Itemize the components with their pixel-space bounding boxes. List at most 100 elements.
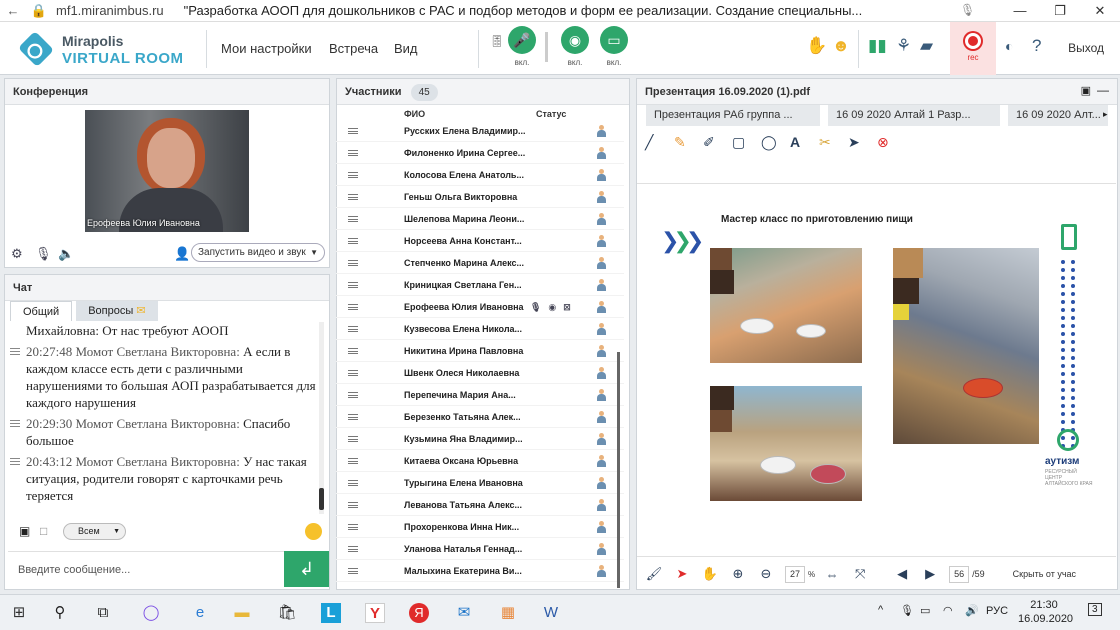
exit-button[interactable]: Выход: [1068, 41, 1104, 55]
participant-menu-icon[interactable]: [348, 348, 358, 354]
participant-menu-icon[interactable]: [348, 414, 358, 420]
restore-button[interactable]: ❐: [1040, 0, 1080, 22]
laser-pointer-icon[interactable]: ➤: [671, 566, 693, 582]
participant-menu-icon[interactable]: [348, 238, 358, 244]
menu-view[interactable]: Вид: [394, 41, 418, 56]
start-video-button[interactable]: Запустить видео и звук ▼: [191, 243, 325, 262]
app-l-icon[interactable]: L: [321, 603, 341, 623]
attach-icon[interactable]: □: [40, 524, 47, 538]
presentation-slide[interactable]: ❯❯❯ Мастер класс по приготовлению пищи а…: [637, 183, 1116, 557]
wifi-icon[interactable]: ◠: [943, 604, 953, 617]
participant-menu-icon[interactable]: [348, 392, 358, 398]
participant-row[interactable]: Уланова Наталья Геннад...: [336, 538, 624, 560]
participant-row[interactable]: Геньш Ольга Викторовна: [336, 186, 624, 208]
participant-menu-icon[interactable]: [348, 304, 358, 310]
participant-menu-icon[interactable]: [348, 436, 358, 442]
line-tool-icon[interactable]: ╱: [645, 134, 674, 151]
participant-menu-icon[interactable]: [348, 546, 358, 552]
participant-row[interactable]: Русских Елена Владимир...: [336, 120, 624, 142]
participant-row[interactable]: Кузвесова Елена Никола...: [336, 318, 624, 340]
send-button[interactable]: ↲: [284, 551, 329, 587]
stats-icon[interactable]: ▮▮: [868, 36, 887, 56]
next-page-icon[interactable]: ▶: [919, 566, 941, 582]
help-icon[interactable]: ?: [1032, 36, 1041, 56]
participant-menu-icon[interactable]: [348, 172, 358, 178]
participant-row[interactable]: Малыхина Екатерина Ви...: [336, 560, 624, 582]
participant-menu-icon[interactable]: [348, 524, 358, 530]
participant-row[interactable]: Ерофеева Юлия Ивановна 🎙◉⊠: [336, 296, 624, 318]
volume-slider[interactable]: [545, 32, 548, 62]
pen-tool-icon[interactable]: ✐: [703, 134, 732, 151]
participant-menu-icon[interactable]: [348, 282, 358, 288]
folder-icon[interactable]: ▰: [920, 36, 933, 56]
participant-menu-icon[interactable]: [348, 480, 358, 486]
participant-menu-icon[interactable]: [348, 326, 358, 332]
back-arrow-icon[interactable]: ←: [0, 3, 26, 18]
column-header-status[interactable]: Статус: [536, 109, 566, 119]
tabs-scroll-right-icon[interactable]: ▸: [1103, 109, 1108, 120]
search-icon[interactable]: ⚲: [50, 603, 70, 623]
volume-icon[interactable]: 🔊: [965, 604, 979, 617]
zoom-out-icon[interactable]: ⊖: [755, 566, 777, 582]
maximize-icon[interactable]: ▣: [1081, 84, 1091, 97]
participant-menu-icon[interactable]: [348, 150, 358, 156]
participant-row[interactable]: Никитина Ирина Павловна: [336, 340, 624, 362]
chat-log[interactable]: Михайловна: От нас требуют АООП 20:27:48…: [8, 322, 320, 514]
word-icon[interactable]: W: [541, 603, 561, 623]
ellipse-tool-icon[interactable]: ◯: [761, 134, 790, 151]
participant-menu-icon[interactable]: [348, 458, 358, 464]
participant-row[interactable]: Китаева Оксана Юрьевна: [336, 450, 624, 472]
raise-hand-icon[interactable]: ✋: [806, 36, 827, 56]
participant-menu-icon[interactable]: [348, 502, 358, 508]
participant-row[interactable]: Леванова Татьяна Алекс...: [336, 494, 624, 516]
chat-input[interactable]: Введите сообщение...: [8, 551, 284, 587]
fit-width-icon[interactable]: ⇔: [821, 567, 843, 582]
participant-row[interactable]: Турыгина Елена Ивановна: [336, 472, 624, 494]
tab-questions[interactable]: Вопросы ✉: [76, 301, 158, 321]
menu-my-settings[interactable]: Мои настройки: [221, 41, 312, 56]
minimize-button[interactable]: —: [1000, 0, 1040, 22]
record-button[interactable]: rec: [950, 22, 996, 75]
yandex-icon[interactable]: Я: [409, 603, 429, 623]
participant-row[interactable]: Криницкая Светлана Ген...: [336, 274, 624, 296]
fit-page-icon[interactable]: ⤧: [849, 566, 871, 582]
app-icon[interactable]: ▦: [498, 603, 518, 623]
zoom-in-icon[interactable]: ⊕: [727, 566, 749, 582]
participant-row[interactable]: Норсеева Анна Констант...: [336, 230, 624, 252]
tab-general[interactable]: Общий: [10, 301, 73, 321]
participant-menu-icon[interactable]: [348, 370, 358, 376]
participant-row[interactable]: Филоненко Ирина Сергее...: [336, 142, 624, 164]
notifications-icon[interactable]: 3: [1088, 603, 1102, 616]
text-tool-icon[interactable]: A: [790, 134, 819, 151]
rectangle-tool-icon[interactable]: ▢: [732, 134, 761, 151]
brush-icon[interactable]: 🖌: [643, 566, 665, 582]
eraser-tool-icon[interactable]: ✂: [819, 134, 848, 151]
windows-start-icon[interactable]: ⊞: [9, 603, 29, 623]
participant-row[interactable]: Кузьмина Яна Владимир...: [336, 428, 624, 450]
mic-toggle[interactable]: 🎤 вкл.: [505, 26, 539, 67]
participants-list[interactable]: Русских Елена Владимир... Филоненко Ирина…: [336, 120, 624, 588]
chat-scrollbar[interactable]: [319, 322, 324, 514]
minimize-icon[interactable]: —: [1097, 83, 1109, 97]
emoji-icon[interactable]: ☻: [832, 36, 850, 56]
hide-from-participants[interactable]: Скрыть от учас: [1013, 569, 1076, 579]
doc-tab[interactable]: 16 09 2020 Алтай 1 Разр...: [828, 105, 1000, 126]
mic-settings-icon[interactable]: 🎚: [488, 34, 506, 48]
menu-icon[interactable]: [10, 458, 20, 465]
yandex-browser-icon[interactable]: Y: [365, 603, 385, 623]
mail-icon[interactable]: ✉: [454, 603, 474, 623]
video-settings-icon[interactable]: ⚙: [11, 246, 23, 262]
hand-pan-icon[interactable]: ✋: [699, 566, 721, 582]
cortana-icon[interactable]: ◯: [141, 603, 161, 623]
participant-row[interactable]: Березенко Татьяна Алек...: [336, 406, 624, 428]
pointer-tool-icon[interactable]: ➤: [848, 134, 877, 151]
prev-page-icon[interactable]: ◀: [891, 566, 913, 582]
language-indicator[interactable]: РУС: [986, 605, 1008, 617]
file-explorer-icon[interactable]: ▬: [232, 603, 252, 623]
smiley-icon[interactable]: [305, 523, 322, 540]
format-icon[interactable]: ▣: [19, 524, 30, 538]
participant-menu-icon[interactable]: [348, 194, 358, 200]
clear-tool-icon[interactable]: ⊗: [877, 134, 906, 151]
menu-icon[interactable]: [10, 420, 20, 427]
recipient-select[interactable]: Всем ▼: [63, 523, 126, 540]
